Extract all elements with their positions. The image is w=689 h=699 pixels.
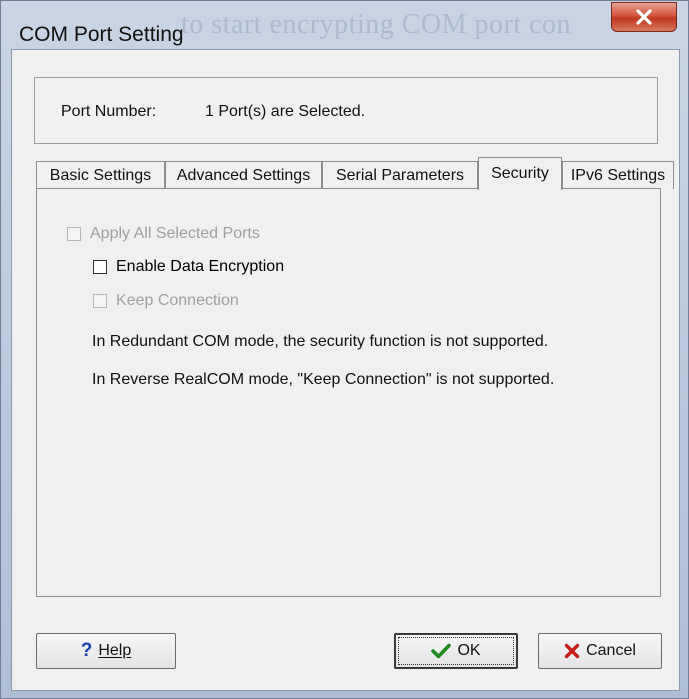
x-mark-icon	[564, 643, 580, 659]
tab-serial-parameters[interactable]: Serial Parameters	[322, 161, 478, 189]
checkbox-box	[93, 294, 107, 308]
tab-security[interactable]: Security	[478, 157, 562, 190]
enable-data-encryption-label: Enable Data Encryption	[116, 258, 285, 275]
window-title: COM Port Setting	[19, 23, 184, 46]
port-number-value: 1 Port(s) are Selected.	[205, 103, 366, 120]
cancel-label: Cancel	[586, 642, 636, 659]
ok-button[interactable]: OK	[394, 633, 518, 669]
keep-connection-checkbox[interactable]: Keep Connection	[93, 292, 239, 310]
close-icon	[636, 9, 652, 25]
help-button[interactable]: ? Help	[36, 633, 176, 669]
dialog-client-area: Port Number: 1 Port(s) are Selected. Bas…	[11, 49, 680, 691]
help-label: Help	[98, 642, 132, 659]
keep-connection-label: Keep Connection	[116, 292, 239, 309]
close-button[interactable]	[611, 2, 677, 32]
cancel-button[interactable]: Cancel	[538, 633, 662, 669]
reverse-realcom-note: In Reverse RealCOM mode, "Keep Connectio…	[92, 371, 555, 388]
ok-label: OK	[457, 642, 481, 659]
background-text: to start encrypting COM port con	[181, 9, 572, 40]
enable-data-encryption-checkbox[interactable]: Enable Data Encryption	[93, 258, 284, 276]
question-mark-icon: ?	[80, 640, 93, 661]
tab-advanced-settings[interactable]: Advanced Settings	[165, 161, 322, 189]
com-port-setting-dialog: to start encrypting COM port con COM Por…	[0, 0, 689, 699]
checkbox-box	[67, 227, 81, 241]
tab-basic-settings[interactable]: Basic Settings	[36, 161, 165, 189]
checkbox-box	[93, 260, 107, 274]
redundant-com-note: In Redundant COM mode, the security func…	[92, 333, 549, 350]
port-number-label: Port Number:	[61, 103, 157, 120]
apply-all-selected-ports-checkbox[interactable]: Apply All Selected Ports	[67, 225, 260, 243]
security-tab-panel: Apply All Selected Ports Enable Data Enc…	[36, 188, 661, 597]
port-number-group: Port Number: 1 Port(s) are Selected.	[34, 77, 658, 144]
tab-ipv6-settings[interactable]: IPv6 Settings	[562, 161, 674, 189]
apply-all-label: Apply All Selected Ports	[90, 225, 260, 242]
checkmark-icon	[431, 643, 452, 659]
